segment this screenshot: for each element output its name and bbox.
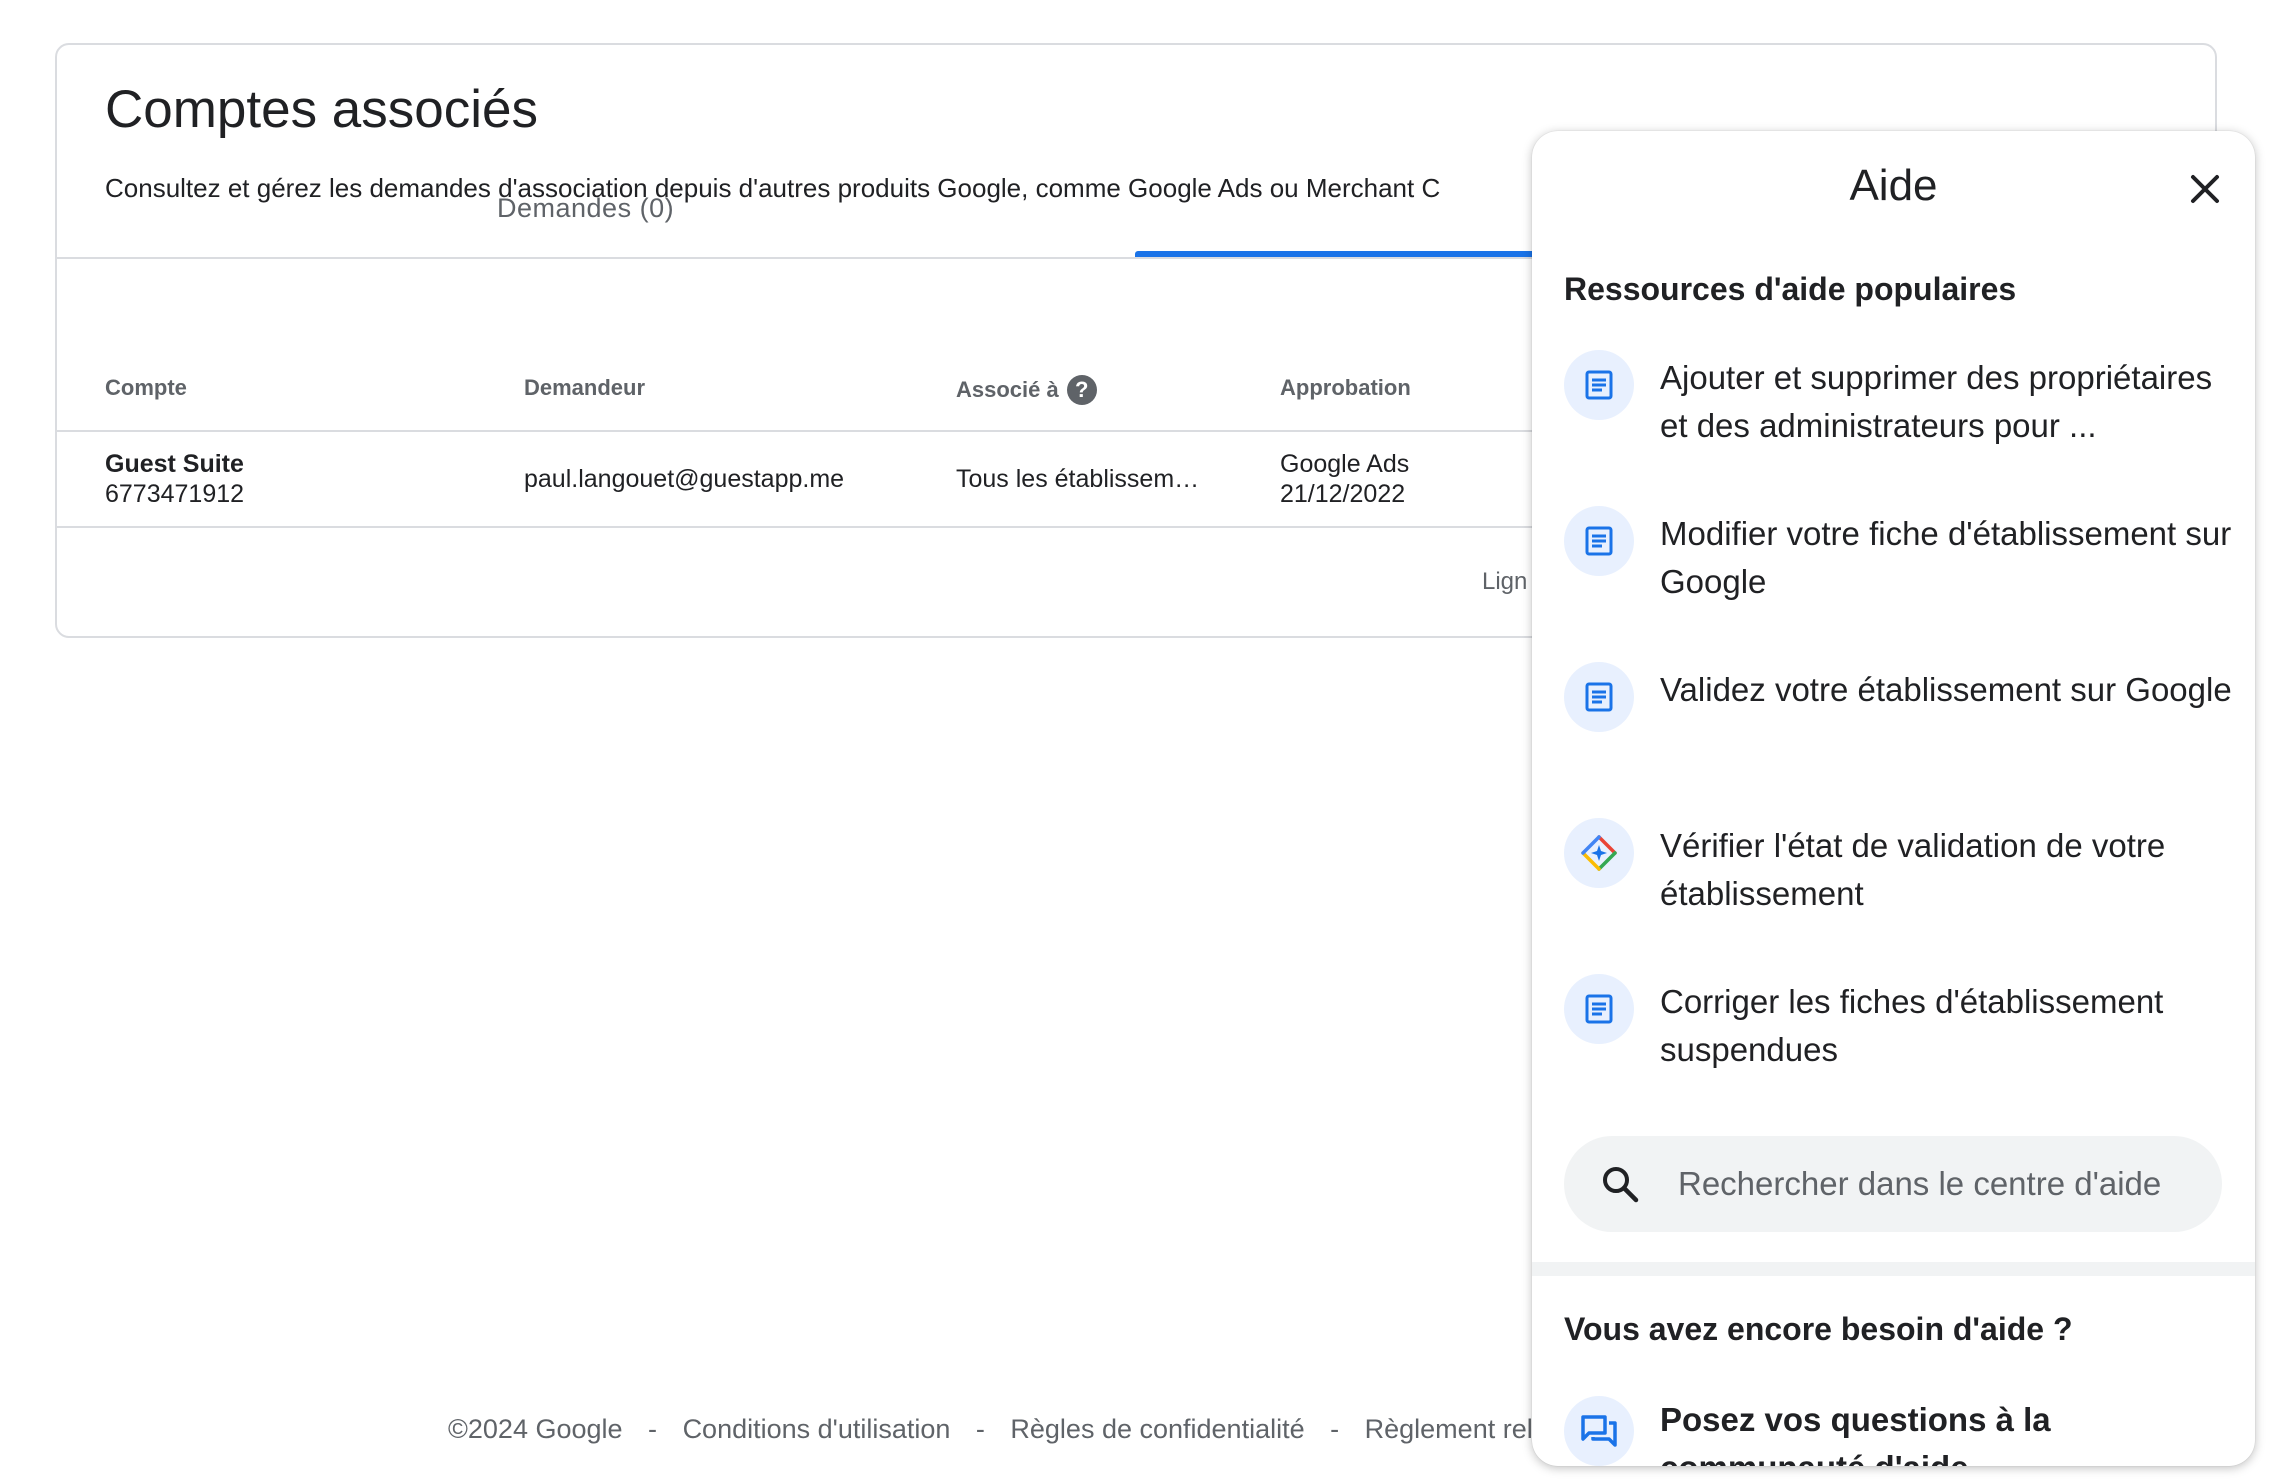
tab-requests[interactable]: Demandes (0) [497,193,674,224]
article-icon [1564,506,1634,576]
column-header-account[interactable]: Compte [105,375,187,401]
help-resource-label: Corriger les fiches d'établissement susp… [1660,983,2164,1068]
help-search-box[interactable] [1564,1136,2222,1232]
help-panel: Aide Ressources d'aide populaires Ajoute… [1532,131,2255,1466]
approval-date: 21/12/2022 [1280,480,1406,508]
footer-copyright: ©2024 Google [448,1414,623,1444]
page-title: Comptes associés [105,80,539,139]
community-link[interactable]: Posez vos questions à la communauté d'ai… [1564,1396,2220,1466]
help-resource-item[interactable]: Corriger les fiches d'établissement susp… [1564,974,2234,1074]
account-id: 6773471912 [105,480,245,508]
community-link-label: Posez vos questions à la communauté d'ai… [1660,1401,2051,1466]
help-resource-label: Ajouter et supprimer des propriétaires e… [1660,359,2213,444]
article-icon [1564,662,1634,732]
requester-email: paul.langouet@guestapp.me [524,465,845,493]
help-resource-item[interactable]: Modifier votre fiche d'établissement sur… [1564,506,2234,606]
rows-per-page-label: Lign [1482,568,1528,595]
help-question-icon[interactable]: ? [1066,375,1097,405]
sparkle-diamond-icon [1564,818,1634,888]
help-resource-label: Vérifier l'état de validation de votre é… [1660,827,2166,912]
help-resource-label: Modifier votre fiche d'établissement sur… [1660,515,2232,600]
linked-to-value: Tous les établissem… [956,465,1200,493]
footer-separator: - [648,1414,658,1444]
footer-privacy-link[interactable]: Règles de confidentialité [1010,1414,1304,1444]
help-panel-title: Aide [1849,161,1938,210]
account-name: Guest Suite [105,450,244,478]
help-search-input[interactable] [1676,1164,2200,1204]
help-resource-label: Validez votre établissement sur Google [1660,671,2232,708]
footer-terms-link[interactable]: Conditions d'utilisation [683,1414,951,1444]
forum-icon [1564,1396,1634,1466]
article-icon [1564,974,1634,1044]
approval-product: Google Ads [1280,450,1410,478]
page-description: Consultez et gérez les demandes d'associ… [105,173,1441,203]
section-divider [1532,1262,2255,1276]
table-row-account: Guest Suite 6773471912 [105,449,244,509]
footer-policy-link[interactable]: Règlement rel [1365,1414,1533,1444]
approval-cell: Google Ads 21/12/2022 [1280,449,1409,509]
help-resource-item[interactable]: Ajouter et supprimer des propriétaires e… [1564,350,2234,450]
footer-separator: - [975,1414,985,1444]
help-resource-item[interactable]: Vérifier l'état de validation de votre é… [1564,818,2234,918]
help-resource-item[interactable]: Validez votre établissement sur Google [1564,662,2234,732]
search-icon [1603,1167,1639,1203]
column-header-linked-to[interactable]: Associé à ? [956,375,1097,405]
article-icon [1564,350,1634,420]
column-header-requester[interactable]: Demandeur [524,375,645,401]
column-header-approval[interactable]: Approbation [1280,375,1411,401]
column-header-linked-to-label: Associé à [956,377,1059,402]
footer-separator: - [1330,1414,1340,1444]
need-help-heading: Vous avez encore besoin d'aide ? [1564,1311,2073,1347]
page-footer: ©2024 Google - Conditions d'utilisation … [448,1414,1551,1445]
close-icon[interactable] [2185,169,2225,209]
popular-resources-heading: Ressources d'aide populaires [1564,271,2017,307]
